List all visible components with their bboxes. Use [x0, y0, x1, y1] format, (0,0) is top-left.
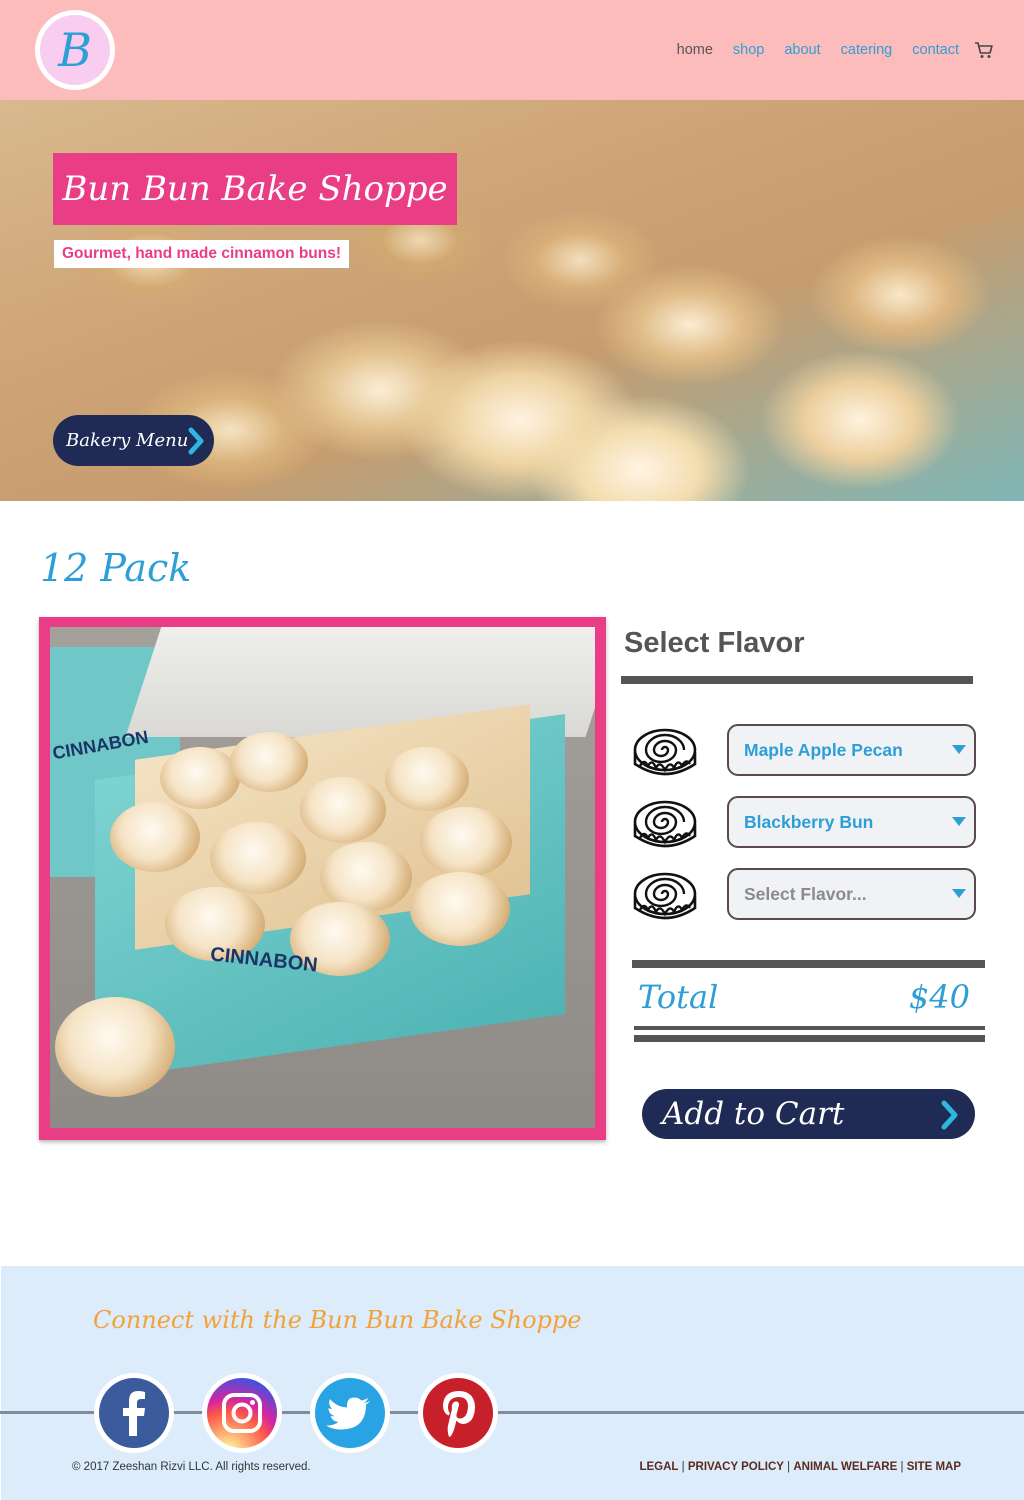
twitter-icon	[326, 1397, 370, 1430]
cinnamon-bun-icon	[633, 800, 697, 848]
privacy-policy-link[interactable]: PRIVACY POLICY	[688, 1461, 784, 1473]
product-image: CINNABON CINNABON	[50, 627, 595, 1128]
chevron-down-icon	[952, 745, 966, 754]
logo[interactable]: B	[35, 10, 115, 90]
flavor-select-3[interactable]: Select Flavor...	[727, 868, 976, 920]
nav-home[interactable]: home	[677, 42, 713, 58]
bun-shape	[230, 732, 308, 792]
divider	[621, 676, 973, 684]
bun-shape	[160, 747, 240, 809]
main-nav: home shop about catering contact	[657, 38, 994, 62]
divider	[634, 1026, 985, 1030]
twitter-link[interactable]	[310, 1373, 390, 1453]
chevron-right-icon	[941, 1100, 958, 1130]
chevron-down-icon	[952, 889, 966, 898]
bun-shape	[300, 777, 386, 843]
flavor-select-value: Blackberry Bun	[744, 812, 874, 832]
animal-welfare-link[interactable]: ANIMAL WELFARE	[793, 1461, 897, 1473]
total-price: $40	[908, 978, 970, 1016]
chevron-down-icon	[952, 817, 966, 826]
logo-badge: B	[40, 15, 110, 85]
hero-subtitle-box: Gourmet, hand made cinnamon buns!	[54, 240, 350, 268]
divider	[634, 1035, 985, 1042]
nav-shop[interactable]: shop	[733, 42, 764, 58]
facebook-icon	[123, 1391, 145, 1436]
flavor-select-2[interactable]: Blackberry Bun	[727, 796, 976, 848]
connect-heading: Connect with the Bun Bun Bake Shoppe	[93, 1306, 582, 1334]
bun-shape	[55, 997, 175, 1097]
select-flavor-heading: Select Flavor	[624, 627, 805, 659]
product-image-frame: CINNABON CINNABON	[39, 617, 606, 1140]
footer-links: LEGAL | PRIVACY POLICY | ANIMAL WELFARE …	[639, 1461, 961, 1473]
hero-subtitle: Gourmet, hand made cinnamon buns!	[62, 245, 342, 262]
chevron-right-icon	[188, 427, 204, 455]
site-map-link[interactable]: SITE MAP	[907, 1461, 961, 1473]
flavor-row: Blackberry Bun	[632, 796, 977, 852]
bun-shape	[110, 802, 200, 872]
flavor-select-1[interactable]: Maple Apple Pecan	[727, 724, 976, 776]
product-title: 12 Pack	[40, 546, 192, 590]
bun-shape	[385, 747, 469, 811]
facebook-link[interactable]	[94, 1373, 174, 1453]
page: B home shop about catering contact Bun B…	[0, 0, 1024, 1500]
logo-letter: B	[58, 23, 92, 77]
bun-shape	[420, 807, 512, 877]
instagram-link[interactable]	[202, 1373, 282, 1453]
nav-catering[interactable]: catering	[841, 42, 893, 58]
nav-about[interactable]: about	[784, 42, 820, 58]
pinterest-icon	[443, 1391, 475, 1437]
hero-title-box: Bun Bun Bake Shoppe	[53, 153, 457, 225]
bakery-menu-button[interactable]: Bakery Menu	[53, 415, 214, 466]
legal-link[interactable]: LEGAL	[639, 1461, 678, 1473]
hero-banner: Bun Bun Bake Shoppe Gourmet, hand made c…	[0, 100, 1024, 501]
add-to-cart-label: Add to Cart	[662, 1096, 845, 1132]
bakery-menu-label: Bakery Menu	[66, 430, 189, 451]
copyright: © 2017 Zeeshan Rizvi LLC. All rights res…	[72, 1461, 311, 1473]
link-separator: |	[900, 1461, 904, 1473]
nav-contact[interactable]: contact	[912, 42, 959, 58]
flavor-select-placeholder: Select Flavor...	[744, 884, 867, 904]
total-label: Total	[638, 978, 719, 1016]
bun-shape	[210, 822, 306, 894]
cinnamon-bun-icon	[633, 872, 697, 920]
flavor-row: Select Flavor...	[632, 868, 977, 924]
link-separator: |	[787, 1461, 791, 1473]
instagram-icon	[222, 1393, 262, 1433]
cinnamon-bun-icon	[633, 728, 697, 776]
bun-shape	[410, 872, 510, 946]
divider	[632, 960, 985, 968]
link-separator: |	[681, 1461, 685, 1473]
flavor-select-value: Maple Apple Pecan	[744, 740, 903, 760]
cart-icon[interactable]	[974, 40, 994, 60]
flavor-row: Maple Apple Pecan	[632, 724, 977, 780]
pinterest-link[interactable]	[418, 1373, 498, 1453]
add-to-cart-button[interactable]: Add to Cart	[642, 1089, 975, 1139]
site-header: B home shop about catering contact	[0, 0, 1024, 100]
hero-title: Bun Bun Bake Shoppe	[62, 169, 448, 209]
